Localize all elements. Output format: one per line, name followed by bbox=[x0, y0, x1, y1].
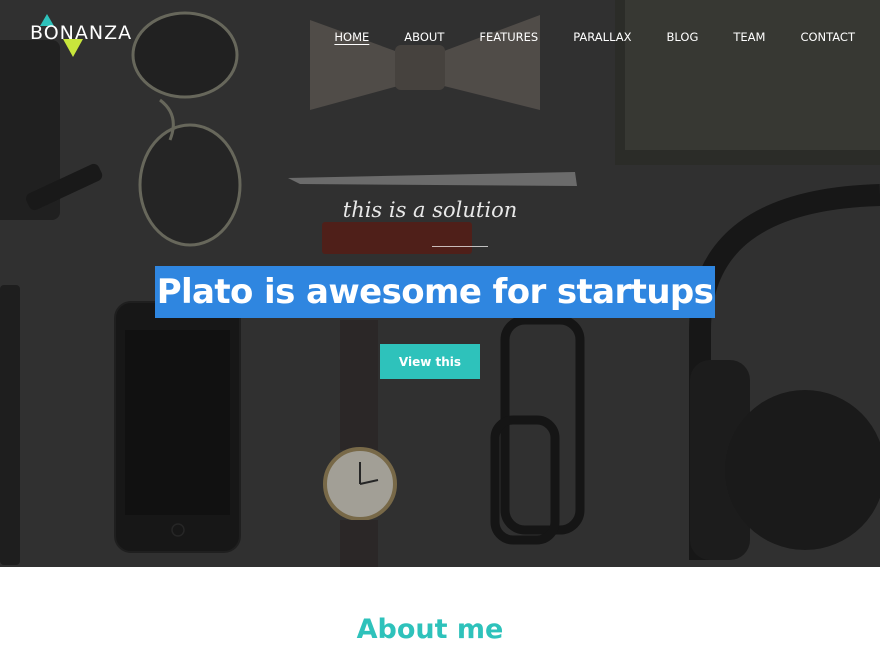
main-nav: HOME ABOUT FEATURES PARALLAX BLOG TEAM C… bbox=[324, 29, 880, 45]
nav-item-contact[interactable]: CONTACT bbox=[800, 30, 855, 44]
about-section-title: About me bbox=[356, 614, 504, 645]
view-this-button[interactable]: View this bbox=[380, 344, 480, 379]
nav-item-home[interactable]: HOME bbox=[334, 30, 369, 44]
hero-tagline: this is a solution bbox=[342, 198, 518, 222]
nav-item-parallax[interactable]: PARALLAX bbox=[573, 30, 631, 44]
logo-triangle-down-icon bbox=[63, 39, 83, 57]
nav-item-team[interactable]: TEAM bbox=[733, 30, 765, 44]
brand-logo[interactable]: BONANZA bbox=[30, 14, 150, 60]
hero-section: BONANZA HOME ABOUT FEATURES PARALLAX BLO… bbox=[0, 0, 880, 567]
nav-item-about[interactable]: ABOUT bbox=[404, 30, 444, 44]
hero-headline-highlight: Plato is awesome for startups bbox=[155, 266, 715, 318]
tagline-divider bbox=[432, 246, 488, 247]
hero-headline: Plato is awesome for startups bbox=[156, 272, 714, 312]
nav-item-blog[interactable]: BLOG bbox=[667, 30, 699, 44]
nav-item-features[interactable]: FEATURES bbox=[479, 30, 538, 44]
